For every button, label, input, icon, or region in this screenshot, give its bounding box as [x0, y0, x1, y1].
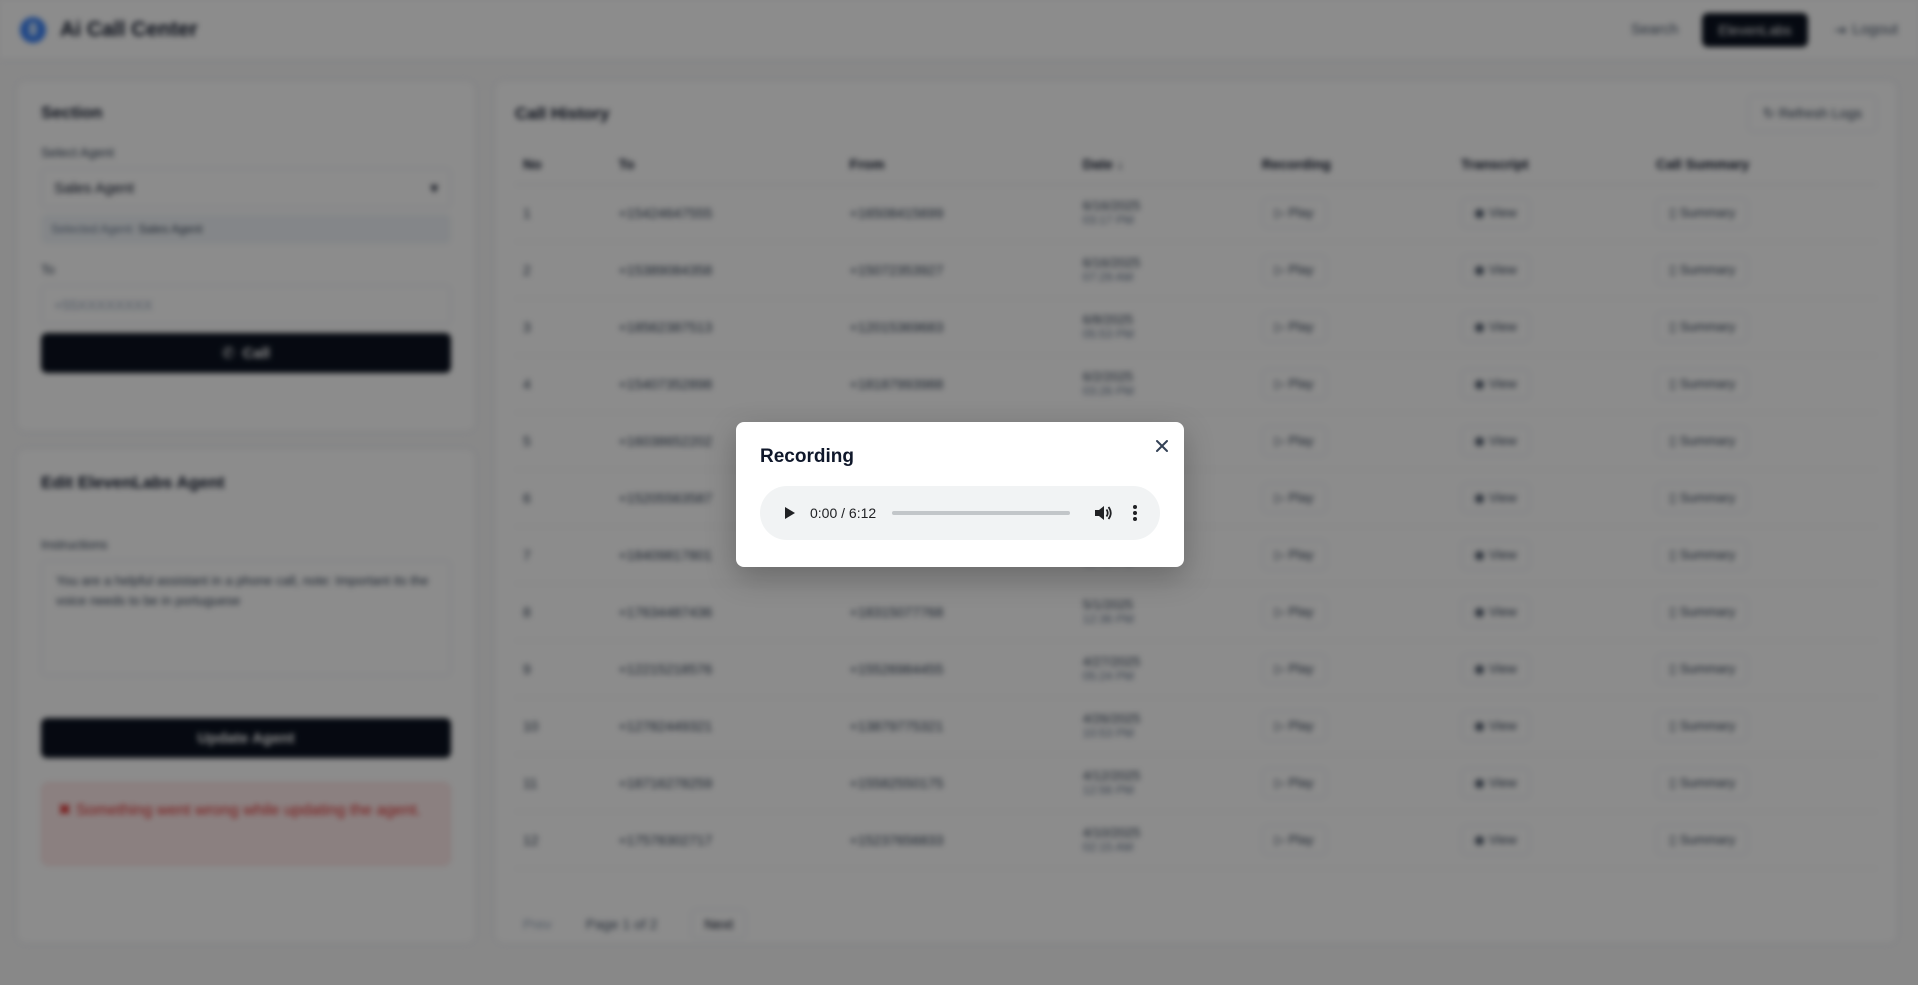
play-icon[interactable] — [780, 503, 800, 523]
modal-title: Recording — [760, 446, 854, 467]
more-options-icon[interactable] — [1124, 502, 1146, 524]
seek-bar[interactable] — [892, 511, 1070, 515]
time-display: 0:00 / 6:12 — [810, 505, 877, 521]
volume-icon[interactable] — [1092, 502, 1114, 524]
close-icon[interactable] — [1150, 434, 1174, 458]
recording-modal: Recording 0:00 / 6:12 — [736, 422, 1184, 567]
audio-player: 0:00 / 6:12 — [760, 486, 1160, 540]
